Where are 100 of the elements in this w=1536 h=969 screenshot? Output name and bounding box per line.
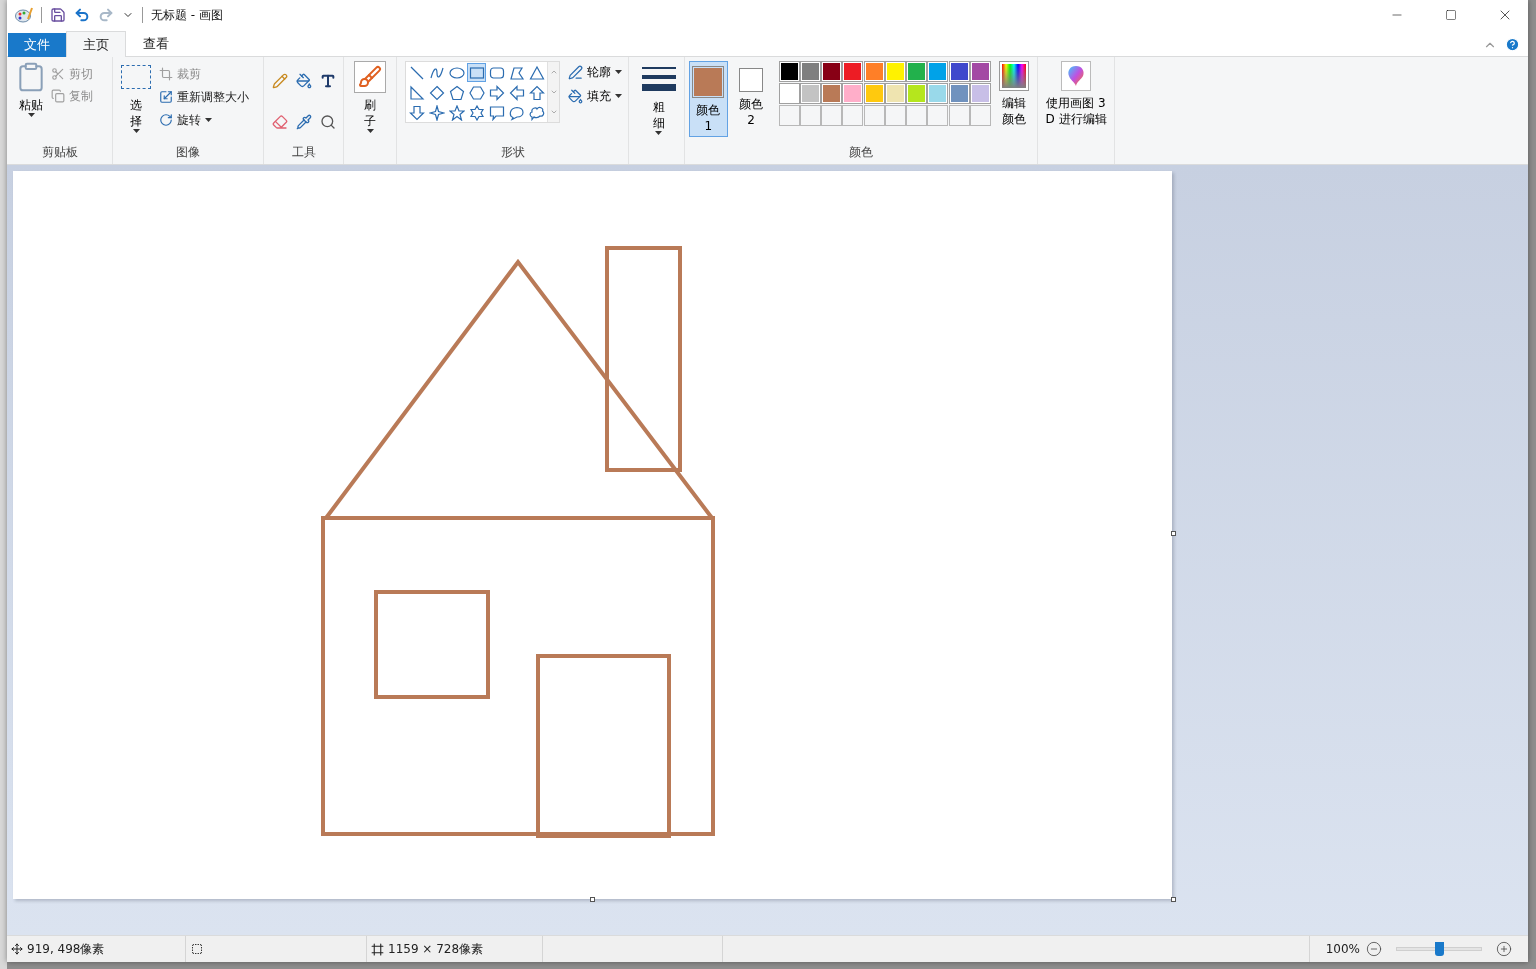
shape-tool[interactable]: [427, 83, 446, 102]
copy-icon: [51, 89, 65, 103]
palette-color[interactable]: [884, 61, 906, 82]
fill-bucket-icon: [568, 88, 583, 104]
palette-color[interactable]: [948, 83, 970, 104]
palette-color[interactable]: [970, 83, 992, 104]
cursor-position: 919, 498像素: [27, 941, 105, 958]
resize-handle[interactable]: [1171, 531, 1176, 536]
palette-color[interactable]: [927, 61, 949, 82]
pencil-icon[interactable]: [272, 73, 288, 89]
triangle-icon: [528, 64, 545, 81]
arrow-up-icon: [528, 84, 545, 101]
caret-icon: [27, 113, 35, 117]
palette-color[interactable]: [948, 61, 970, 82]
palette-color[interactable]: [970, 61, 992, 82]
color-slot-button[interactable]: 颜色 1: [689, 61, 728, 137]
scroll-down-icon: [549, 88, 558, 96]
paint3d-button[interactable]: 使用画图 3 D 进行编辑: [1042, 61, 1110, 144]
shape-tool[interactable]: [487, 103, 506, 122]
save-icon[interactable]: [50, 7, 66, 23]
shape-tool[interactable]: [467, 103, 486, 122]
caret-icon: [615, 70, 622, 74]
rotate-button[interactable]: 旋转: [159, 111, 249, 129]
shape-tool[interactable]: [487, 83, 506, 102]
palette-color[interactable]: [842, 83, 864, 104]
selection-size-icon: [191, 943, 203, 955]
eraser-icon[interactable]: [272, 113, 288, 130]
size-button[interactable]: 粗细: [637, 61, 680, 144]
palette-color[interactable]: [927, 83, 949, 104]
zoom-out-icon[interactable]: [1366, 941, 1382, 957]
oval-icon: [448, 64, 465, 81]
pen-icon: [568, 64, 583, 80]
paste-button[interactable]: 粘贴: [11, 61, 51, 144]
palette-color[interactable]: [821, 61, 843, 82]
shape-tool[interactable]: [447, 83, 466, 102]
group-label: 工具: [291, 144, 316, 161]
rotate-icon: [159, 113, 173, 127]
shape-tool[interactable]: [427, 103, 446, 122]
file-tab[interactable]: 文件: [8, 33, 66, 57]
caret-icon: [655, 131, 662, 135]
maximize-icon: [1445, 9, 1457, 21]
star4-icon: [428, 104, 445, 121]
resize-icon: [159, 90, 173, 104]
shape-tool[interactable]: [467, 83, 486, 102]
palette-color[interactable]: [884, 83, 906, 104]
palette-color[interactable]: [799, 61, 821, 82]
canvas-size-icon: [371, 942, 384, 956]
undo-icon[interactable]: [74, 7, 90, 23]
rounded-rectangle-icon: [488, 64, 505, 81]
shape-tool[interactable]: [527, 83, 546, 102]
shape-tool[interactable]: [407, 83, 426, 102]
brush-icon: [358, 65, 382, 89]
star6-icon: [468, 104, 485, 121]
line-icon: [408, 64, 425, 81]
ribbon-tab[interactable]: 主页: [66, 31, 126, 57]
color-picker-icon[interactable]: [296, 113, 312, 130]
hexagon-icon: [468, 84, 485, 101]
edit-colors-button[interactable]: 编辑颜色: [994, 61, 1033, 144]
palette-color[interactable]: [863, 61, 885, 82]
group-label: 形状: [500, 144, 525, 161]
palette-color[interactable]: [863, 83, 885, 104]
caret-icon: [205, 118, 212, 122]
fill-button[interactable]: 填充: [568, 87, 622, 105]
gallery-scrollbar[interactable]: [547, 62, 559, 122]
group-label: 图像: [176, 144, 200, 161]
rectangle-icon: [468, 64, 485, 81]
window-title: 无标题 - 画图: [151, 7, 223, 24]
group-label: 颜色: [849, 144, 873, 161]
palette-color[interactable]: [821, 83, 843, 104]
help-icon[interactable]: [1505, 37, 1520, 52]
arrow-right-icon: [488, 84, 505, 101]
palette-color[interactable]: [778, 83, 800, 104]
zoom-slider-thumb[interactable]: [1435, 942, 1444, 956]
brushes-button[interactable]: 刷子: [348, 61, 392, 144]
shape-tool[interactable]: [467, 63, 486, 82]
resize-handle[interactable]: [1171, 897, 1176, 902]
select-button[interactable]: 选择: [117, 61, 155, 144]
outline-button[interactable]: 轮廓: [568, 63, 622, 81]
zoom-in-icon[interactable]: [1496, 941, 1512, 957]
zoom-level: 100%: [1325, 941, 1360, 958]
resize-button[interactable]: 重新调整大小: [159, 88, 249, 106]
resize-handle[interactable]: [590, 897, 595, 902]
shape-tool[interactable]: [447, 103, 466, 122]
shape-tool[interactable]: [407, 103, 426, 122]
palette-color[interactable]: [906, 83, 928, 104]
palette-color[interactable]: [799, 83, 821, 104]
text-tool-icon[interactable]: [320, 73, 336, 89]
palette-color[interactable]: [778, 61, 800, 82]
cursor-position-icon: [11, 943, 23, 955]
palette-icon[interactable]: [15, 7, 33, 23]
fill-bucket-icon[interactable]: [296, 73, 312, 89]
palette-color[interactable]: [906, 61, 928, 82]
ribbon-tab[interactable]: 查看: [126, 31, 186, 57]
magnifier-icon[interactable]: [320, 113, 336, 130]
shape-tool[interactable]: [507, 83, 526, 102]
polygon-icon: [508, 64, 525, 81]
cut-icon: [51, 67, 65, 81]
palette-color[interactable]: [842, 61, 864, 82]
color-slot-button[interactable]: 颜色 2: [731, 61, 771, 137]
callout-rect-icon: [488, 104, 505, 121]
